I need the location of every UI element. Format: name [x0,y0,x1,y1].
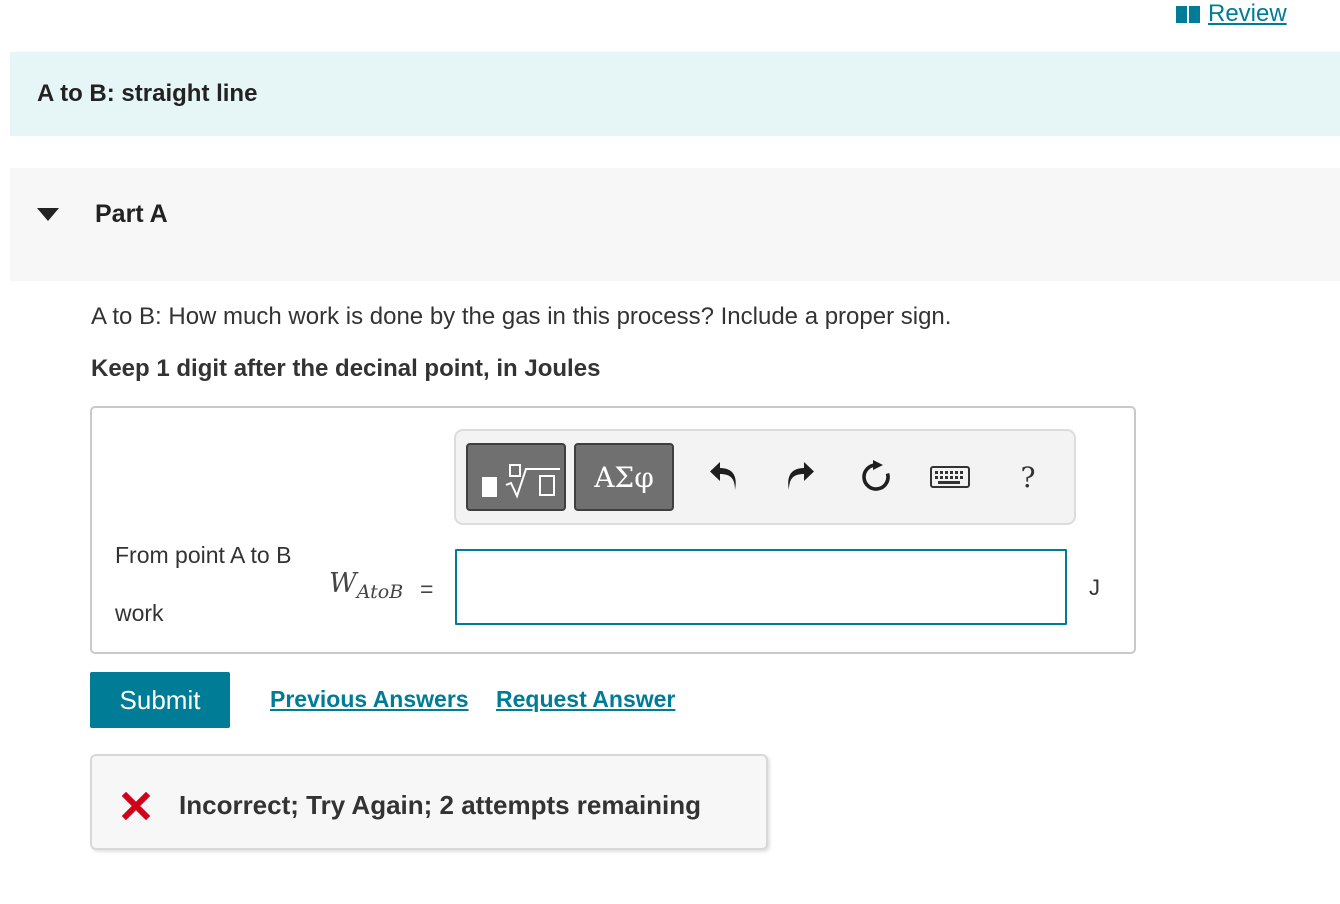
review-label: Review [1208,0,1287,27]
previous-answers-link[interactable]: Previous Answers [270,686,469,713]
book-icon [1176,4,1202,24]
submit-button[interactable]: Submit [90,672,230,728]
feedback-message: Incorrect; Try Again; 2 attempts remaini… [179,790,702,820]
redo-icon[interactable] [780,457,820,497]
math-toolbar: ΑΣφ ? [454,429,1076,525]
help-button[interactable]: ? [1008,457,1048,497]
reset-icon[interactable] [856,457,896,497]
incorrect-x-icon [122,792,150,820]
template-box-icon [482,477,497,497]
intro-banner: A to B: straight line [10,52,1340,136]
part-header[interactable]: Part A [10,168,1340,281]
help-icon: ? [1020,460,1036,494]
field-label-secondary: work [115,600,164,626]
unit-label: J [1089,575,1100,600]
sqrt-template-icon [505,464,560,499]
answer-box: ΑΣφ ? From point A to B work WAtoB = J [90,406,1136,654]
greek-symbols-label: ΑΣφ [594,460,654,494]
instruction-text: Keep 1 digit after the decinal point, in… [91,355,601,382]
intro-title: A to B: straight line [37,80,258,107]
collapse-triangle-icon[interactable] [37,208,59,221]
templates-button[interactable] [466,443,566,511]
review-link[interactable]: Review [1176,0,1287,28]
variable-name: WAtoB [329,568,403,603]
request-answer-link[interactable]: Request Answer [496,686,675,713]
equals-sign: = [420,576,434,602]
variable-main: W [329,568,357,599]
question-text: A to B: How much work is done by the gas… [91,303,952,330]
field-label: From point A to B [115,542,292,568]
feedback-box: Incorrect; Try Again; 2 attempts remaini… [90,754,768,850]
undo-icon[interactable] [704,457,744,497]
greek-symbols-button[interactable]: ΑΣφ [574,443,674,511]
answer-input[interactable] [455,549,1067,625]
keyboard-icon[interactable] [930,457,970,497]
variable-subscript: AtoB [356,581,404,603]
part-title: Part A [95,200,168,228]
